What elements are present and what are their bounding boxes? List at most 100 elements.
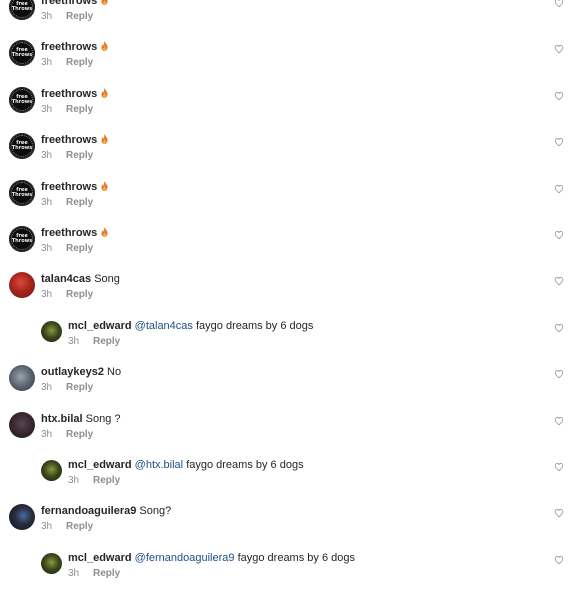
avatar[interactable] (41, 320, 62, 342)
avatar[interactable] (9, 365, 35, 392)
avatar[interactable]: free Throws (9, 86, 35, 113)
heart-outline-icon[interactable] (554, 369, 564, 379)
avatar[interactable] (41, 552, 62, 574)
mention-link[interactable]: @htx.bilal (135, 459, 183, 471)
comment: outlaykeys2 No 3h Reply (0, 365, 580, 411)
comment-text-line: freethrows (41, 40, 108, 54)
comment: free Throws freethrows 3h Reply (0, 0, 580, 40)
heart-outline-icon[interactable] (554, 416, 564, 426)
reply-button[interactable]: Reply (66, 382, 93, 393)
heart-outline-icon[interactable] (554, 555, 564, 565)
fire-emoji-icon (101, 134, 108, 145)
reply-button[interactable]: Reply (66, 429, 93, 440)
comment-text-line: freethrows (41, 226, 108, 240)
comment-text: faygo dreams by 6 dogs (195, 319, 314, 332)
comment-text-line: talan4cas Song (41, 272, 120, 286)
username[interactable]: freethrows (41, 88, 97, 100)
comment-text: Song (94, 273, 120, 286)
reply-comment: mcl_edward @fernandoaguilera9 faygo drea… (0, 551, 580, 597)
timestamp: 3h (41, 11, 53, 22)
mention-link[interactable]: @talan4cas (135, 320, 193, 332)
comment-meta: 3h Reply (68, 336, 120, 348)
comment-meta: 3h Reply (41, 382, 93, 394)
heart-outline-icon[interactable] (554, 508, 564, 518)
comment-meta: 3h Reply (41, 289, 93, 301)
heart-outline-icon[interactable] (554, 323, 564, 333)
logo-text: Throws (11, 6, 33, 12)
fire-emoji-icon (101, 41, 108, 52)
reply-button[interactable]: Reply (66, 521, 93, 532)
username[interactable]: freethrows (41, 181, 97, 193)
reply-comment: mcl_edward @talan4cas faygo dreams by 6 … (0, 319, 580, 365)
mention-link[interactable]: @fernandoaguilera9 (135, 552, 235, 564)
username[interactable]: freethrows (41, 41, 97, 53)
comment-text-line: outlaykeys2 No (41, 365, 121, 379)
comment-text: faygo dreams by 6 dogs (237, 551, 355, 564)
timestamp: 3h (41, 521, 53, 533)
comment: free Throws freethrows 3h Reply (0, 226, 580, 272)
reply-button[interactable]: Reply (66, 243, 93, 254)
reply-button[interactable]: Reply (93, 568, 120, 579)
username[interactable]: fernandoaguilera9 (41, 505, 136, 517)
timestamp: 3h (41, 289, 53, 301)
timestamp: 3h (68, 567, 80, 579)
comment-text-line: fernandoaguilera9 Song? (41, 504, 171, 518)
username[interactable]: htx.bilal (41, 413, 83, 425)
comment: free Throws freethrows 3h Reply (0, 133, 580, 179)
reply-button[interactable]: Reply (66, 197, 93, 208)
heart-outline-icon[interactable] (554, 184, 564, 194)
reply-button[interactable]: Reply (66, 150, 93, 161)
comment-meta: 3h Reply (41, 150, 93, 162)
username[interactable]: mcl_edward (68, 459, 132, 471)
avatar[interactable] (9, 272, 35, 299)
reply-button[interactable]: Reply (66, 289, 93, 300)
avatar[interactable]: free Throws (9, 0, 35, 20)
comment-text-line: freethrows (41, 87, 108, 101)
avatar[interactable]: free Throws (9, 40, 35, 67)
reply-comment: mcl_edward @htx.bilal faygo dreams by 6 … (0, 458, 580, 504)
username[interactable]: freethrows (41, 134, 97, 146)
timestamp: 3h (41, 57, 53, 69)
heart-outline-icon[interactable] (554, 276, 564, 286)
timestamp: 3h (41, 196, 53, 208)
fire-emoji-icon (101, 87, 108, 98)
heart-outline-icon[interactable] (554, 0, 564, 8)
username[interactable]: mcl_edward (68, 552, 132, 564)
comment-meta: 3h Reply (41, 243, 93, 255)
logo-text: Throws (11, 52, 33, 59)
avatar[interactable] (41, 460, 62, 481)
fire-emoji-icon (101, 180, 108, 191)
avatar[interactable]: free Throws (9, 226, 35, 252)
heart-outline-icon[interactable] (554, 44, 564, 54)
username[interactable]: outlaykeys2 (41, 366, 104, 378)
username[interactable]: mcl_edward (68, 320, 132, 332)
username[interactable]: freethrows (41, 227, 97, 239)
avatar[interactable]: free Throws (9, 179, 35, 206)
logo-text: Throws (11, 191, 33, 198)
comment-text-line: freethrows (41, 133, 108, 147)
timestamp: 3h (41, 382, 53, 394)
heart-outline-icon[interactable] (554, 91, 564, 101)
avatar[interactable]: free Throws (9, 133, 35, 160)
comment-text-line: mcl_edward @htx.bilal faygo dreams by 6 … (68, 458, 304, 472)
reply-button[interactable]: Reply (66, 11, 93, 22)
reply-button[interactable]: Reply (66, 57, 93, 68)
heart-outline-icon[interactable] (554, 230, 564, 240)
comment-meta: 3h Reply (41, 197, 93, 209)
comment-meta: 3h Reply (68, 475, 120, 487)
avatar[interactable] (9, 411, 35, 438)
comment-meta: 3h Reply (41, 11, 93, 23)
heart-outline-icon[interactable] (554, 137, 564, 147)
logo-text: Throws (11, 98, 33, 105)
reply-button[interactable]: Reply (66, 104, 93, 115)
avatar[interactable] (9, 504, 35, 531)
reply-button[interactable]: Reply (93, 336, 120, 347)
comment-meta: 3h Reply (41, 57, 93, 69)
username[interactable]: freethrows (41, 0, 97, 7)
reply-button[interactable]: Reply (93, 475, 120, 486)
heart-outline-icon[interactable] (554, 462, 564, 472)
username[interactable]: talan4cas (41, 273, 91, 285)
comment-text-line: htx.bilal Song ? (41, 412, 121, 426)
comment-text-line: freethrows (41, 0, 108, 8)
comment-text-line: freethrows (41, 180, 108, 194)
